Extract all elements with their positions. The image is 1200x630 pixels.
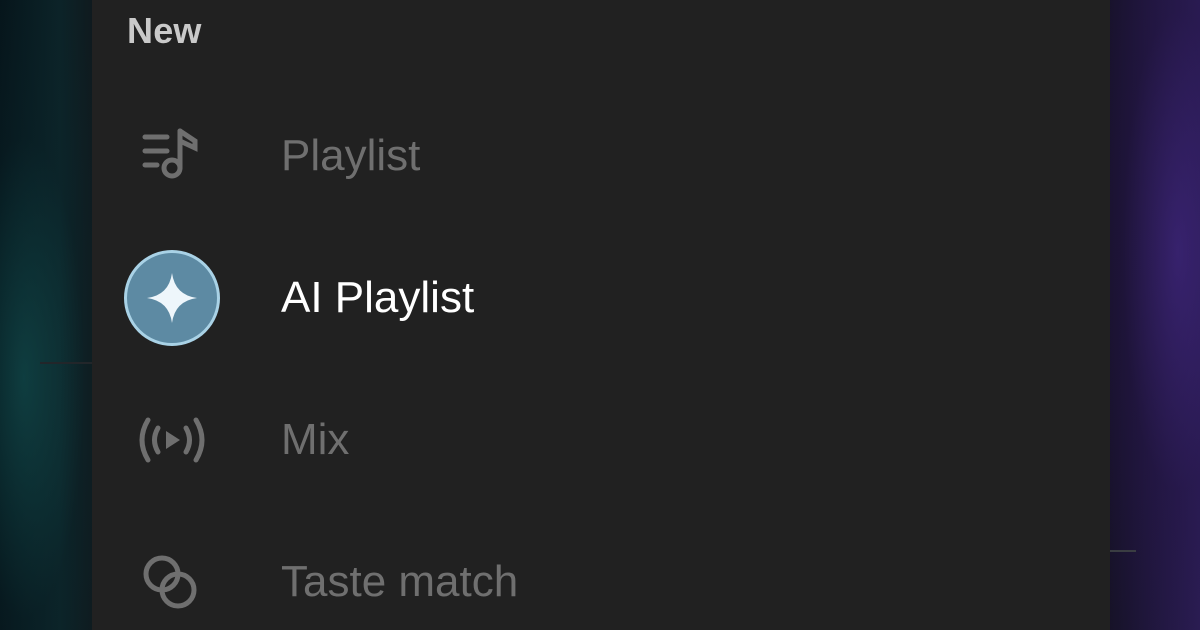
background-divider bbox=[1108, 550, 1136, 552]
playlist-music-icon bbox=[122, 106, 222, 206]
ai-sparkle-icon bbox=[124, 250, 220, 346]
ai-playlist-icon-container bbox=[122, 248, 222, 348]
menu-item-label: Taste match bbox=[281, 557, 519, 606]
menu-item-label: Playlist bbox=[281, 131, 421, 180]
screen: New Playlist AI Playlist Mix Taste match bbox=[0, 0, 1200, 630]
overlapping-circles-icon bbox=[122, 532, 222, 630]
menu-item-ai-playlist[interactable]: AI Playlist bbox=[92, 238, 1110, 358]
background-divider bbox=[40, 362, 95, 364]
menu-item-label: AI Playlist bbox=[281, 273, 475, 322]
radio-broadcast-icon bbox=[122, 390, 222, 490]
menu-item-mix[interactable]: Mix bbox=[92, 380, 1110, 500]
menu-item-taste-match[interactable]: Taste match bbox=[92, 522, 1110, 630]
sheet-title: New bbox=[127, 10, 202, 51]
new-menu-sheet: New Playlist AI Playlist Mix Taste match bbox=[92, 0, 1110, 630]
menu-item-label: Mix bbox=[281, 415, 350, 464]
menu-item-playlist[interactable]: Playlist bbox=[92, 96, 1110, 216]
